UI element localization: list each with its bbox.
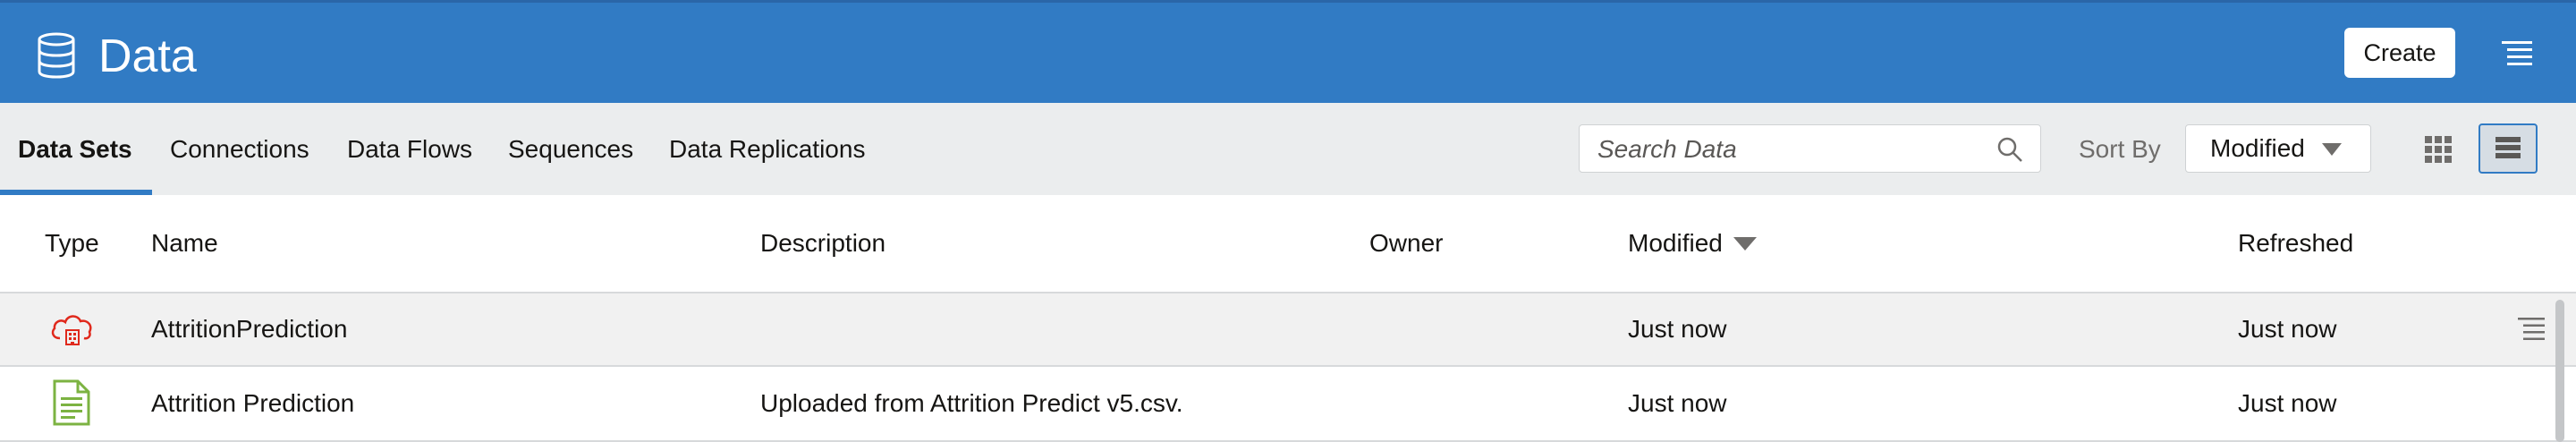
search-input[interactable] <box>1596 125 1993 174</box>
list-view-icon <box>2496 137 2521 158</box>
dataset-refreshed: Just now <box>2238 315 2337 343</box>
dataset-refreshed: Just now <box>2238 389 2337 417</box>
dataset-description: Uploaded from Attrition Predict v5.csv. <box>760 389 1183 417</box>
tab-data-replications[interactable]: Data Replications <box>669 103 865 195</box>
tab-connections[interactable]: Connections <box>170 103 309 195</box>
column-header-name[interactable]: Name <box>151 195 218 292</box>
toolbar: Data Sets Connections Data Flows Sequenc… <box>0 103 2576 195</box>
search-icon[interactable] <box>1996 136 2023 163</box>
column-header-owner[interactable]: Owner <box>1369 195 1443 292</box>
column-header-description[interactable]: Description <box>760 195 886 292</box>
table-row[interactable]: AttritionPrediction Just now Just now <box>0 293 2576 367</box>
sort-descending-icon <box>1733 236 1757 251</box>
create-button[interactable]: Create <box>2344 28 2455 78</box>
hamburger-menu-icon[interactable] <box>2502 40 2532 67</box>
dataset-name: AttritionPrediction <box>151 315 348 343</box>
column-header-type[interactable]: Type <box>45 195 99 292</box>
sort-by-label: Sort By <box>2079 134 2161 163</box>
page-title: Data <box>98 30 197 82</box>
column-header-refreshed[interactable]: Refreshed <box>2238 195 2353 292</box>
column-header-modified[interactable]: Modified <box>1628 195 1757 292</box>
search-box <box>1579 124 2041 174</box>
row-actions-menu-icon[interactable] <box>2518 317 2545 342</box>
column-header-modified-label: Modified <box>1628 229 1723 257</box>
app-header: Data Create <box>0 0 2576 103</box>
table-header: Type Name Description Owner Modified Ref… <box>0 195 2576 293</box>
sort-by-select[interactable]: Modified <box>2185 124 2371 173</box>
chevron-down-icon <box>2322 143 2342 156</box>
tab-sequences[interactable]: Sequences <box>508 103 633 195</box>
sort-by-value: Modified <box>2210 134 2305 162</box>
cloud-dataset-icon <box>51 315 92 345</box>
database-icon <box>38 32 75 79</box>
table-row[interactable]: Attrition Prediction Uploaded from Attri… <box>0 367 2576 442</box>
dataset-modified: Just now <box>1628 389 1727 417</box>
list-view-button[interactable] <box>2479 123 2538 174</box>
dataset-modified: Just now <box>1628 315 1727 343</box>
file-dataset-icon <box>53 379 90 426</box>
grid-view-icon[interactable] <box>2420 124 2456 173</box>
tab-data-flows[interactable]: Data Flows <box>347 103 472 195</box>
dataset-name: Attrition Prediction <box>151 389 355 417</box>
vertical-scrollbar[interactable] <box>2555 300 2564 442</box>
tab-data-sets[interactable]: Data Sets <box>18 103 132 195</box>
